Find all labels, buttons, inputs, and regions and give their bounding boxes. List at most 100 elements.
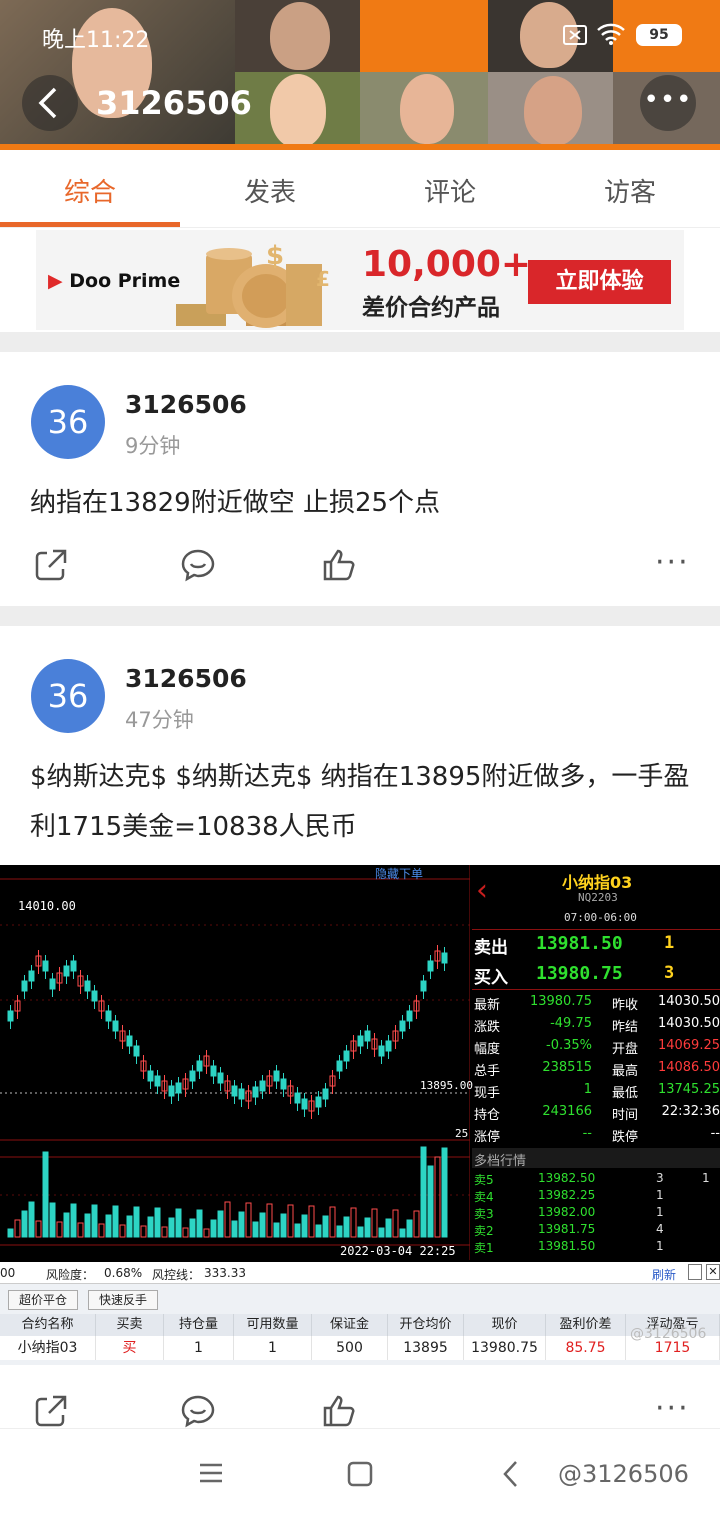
volume-bar xyxy=(315,1224,322,1238)
share-icon[interactable] xyxy=(33,547,69,583)
share-icon[interactable] xyxy=(33,1393,69,1429)
depth-cell: 1 xyxy=(702,1171,710,1185)
table-cell: 1 xyxy=(234,1336,312,1360)
volume-bar xyxy=(266,1203,273,1238)
candle-body xyxy=(217,1072,224,1084)
quote-row: 总手 238515 最高 14086.50 xyxy=(474,1058,720,1080)
buy-label: 买入 xyxy=(474,968,508,988)
sell-price: 13981.50 xyxy=(536,933,623,954)
depth-cell: 4 xyxy=(656,1222,664,1236)
candle-body xyxy=(343,1050,350,1062)
post-more-icon[interactable]: ··· xyxy=(655,545,690,580)
post-more-icon[interactable]: ··· xyxy=(655,1391,690,1426)
more-options-button[interactable]: ••• xyxy=(640,75,696,131)
ad-banner[interactable]: ▶ Doo Prime $ £ 10,000+ 差价合约产品 立即体验 xyxy=(36,230,684,330)
quote-cell: 最高 xyxy=(612,1064,639,1079)
volume-bar xyxy=(231,1220,238,1238)
volume-bar xyxy=(168,1217,175,1238)
candle-body xyxy=(91,990,98,1002)
volume-bar xyxy=(385,1218,392,1238)
candle-body xyxy=(105,1010,112,1022)
depth-cell: 1 xyxy=(656,1188,664,1202)
volume-bar xyxy=(154,1207,161,1238)
hide-order-link[interactable]: 隐藏下单 xyxy=(375,865,423,882)
candle-body xyxy=(28,970,35,982)
candle-body xyxy=(420,980,427,992)
volume-bar xyxy=(112,1205,119,1238)
post-time: 9分钟 xyxy=(125,434,181,458)
ad-cta-button[interactable]: 立即体验 xyxy=(528,260,671,304)
like-icon[interactable] xyxy=(322,547,358,583)
depth-cell: 卖4 xyxy=(474,1190,494,1204)
quote-row: 现手 1 最低 13745.25 xyxy=(474,1080,720,1102)
chevron-left-icon xyxy=(38,87,57,119)
trading-hours: 07:00-06:00 xyxy=(564,911,637,924)
home-icon[interactable] xyxy=(347,1461,373,1487)
quote-table: 最新 13980.75 昨收 14030.50 涨跌 -49.75 昨结 14030.50 幅度… xyxy=(474,992,720,1146)
candle-body xyxy=(322,1088,329,1100)
volume-bar xyxy=(21,1210,28,1238)
comment-icon[interactable] xyxy=(180,547,216,583)
volume-bar xyxy=(364,1217,371,1238)
menu-icon[interactable] xyxy=(198,1461,224,1485)
tab-visitors[interactable]: 访客 xyxy=(540,172,720,209)
instrument-code: NQ2203 xyxy=(578,891,618,904)
tab-posts[interactable]: 发表 xyxy=(180,172,360,209)
volume-bar xyxy=(287,1204,294,1238)
candle-body xyxy=(273,1070,280,1082)
trading-screenshot[interactable]: 隐藏下单 14010.00 13895.00 25 2022-03-04 22:… xyxy=(0,865,720,1365)
page-title: 3126506 xyxy=(96,84,252,122)
battery-icon: 95 xyxy=(636,24,682,46)
candle-body xyxy=(84,980,91,992)
depth-cell: 13981.50 xyxy=(538,1239,596,1253)
back-button[interactable] xyxy=(22,75,78,131)
volume-bar xyxy=(238,1211,245,1238)
quote-cell: 昨收 xyxy=(612,998,639,1013)
candle-body xyxy=(7,1010,14,1022)
volume-bar xyxy=(70,1203,77,1238)
volume-bar xyxy=(308,1205,315,1238)
like-icon[interactable] xyxy=(322,1393,358,1429)
volume-bar xyxy=(175,1208,182,1238)
prev-instrument-icon[interactable]: ‹ xyxy=(476,873,488,908)
comment-icon[interactable] xyxy=(180,1393,216,1429)
avatar[interactable]: 36 xyxy=(31,659,105,733)
volume-bar xyxy=(273,1222,280,1238)
reverse-position-button[interactable]: 快速反手 xyxy=(88,1290,158,1310)
avatar[interactable]: 36 xyxy=(31,385,105,459)
volume-bar xyxy=(378,1227,385,1238)
candle-body xyxy=(42,960,49,972)
volume-bar xyxy=(336,1225,343,1238)
table-header-cell: 合约名称 xyxy=(0,1314,96,1336)
watermark: @3126506 xyxy=(558,1460,689,1488)
volume-bar xyxy=(105,1214,112,1238)
tab-overview[interactable]: 综合 xyxy=(0,172,180,209)
svg-text:£: £ xyxy=(316,267,330,291)
volume-bar xyxy=(56,1221,63,1238)
post-username[interactable]: 3126506 xyxy=(125,664,247,693)
quote-cell: 现手 xyxy=(474,1086,501,1101)
back-nav-icon[interactable] xyxy=(500,1459,522,1489)
candle-body xyxy=(189,1070,196,1082)
refresh-button[interactable]: 刷新 xyxy=(652,1266,676,1283)
tab-bar: 综合 发表 评论 访客 xyxy=(0,150,720,228)
close-icon[interactable]: ✕ xyxy=(706,1264,720,1280)
close-position-button[interactable]: 超价平仓 xyxy=(8,1290,78,1310)
quote-cell: 幅度 xyxy=(474,1042,501,1057)
candle-body xyxy=(126,1035,133,1047)
volume-bar xyxy=(350,1207,357,1238)
depth-row: 卖3 13982.00 1 xyxy=(474,1205,720,1222)
volume-bar xyxy=(357,1226,364,1238)
table-header-cell: 保证金 xyxy=(312,1314,388,1336)
table-row[interactable]: 小纳指03 买 1 1 500 13895 13980.75 85.75 1715 xyxy=(0,1336,720,1360)
lock-icon[interactable] xyxy=(688,1264,702,1280)
post-username[interactable]: 3126506 xyxy=(125,390,247,419)
quote-row: 持仓 243166 时间 22:32:36 xyxy=(474,1102,720,1124)
table-cell: 85.75 xyxy=(546,1336,626,1360)
quote-cell: 1 xyxy=(583,1082,592,1097)
gold-coins-image: $ £ xyxy=(176,241,330,328)
depth-cell: 13982.25 xyxy=(538,1188,596,1202)
depth-cell: 3 xyxy=(656,1171,664,1185)
candle-body xyxy=(364,1030,371,1042)
tab-comments[interactable]: 评论 xyxy=(360,172,540,209)
